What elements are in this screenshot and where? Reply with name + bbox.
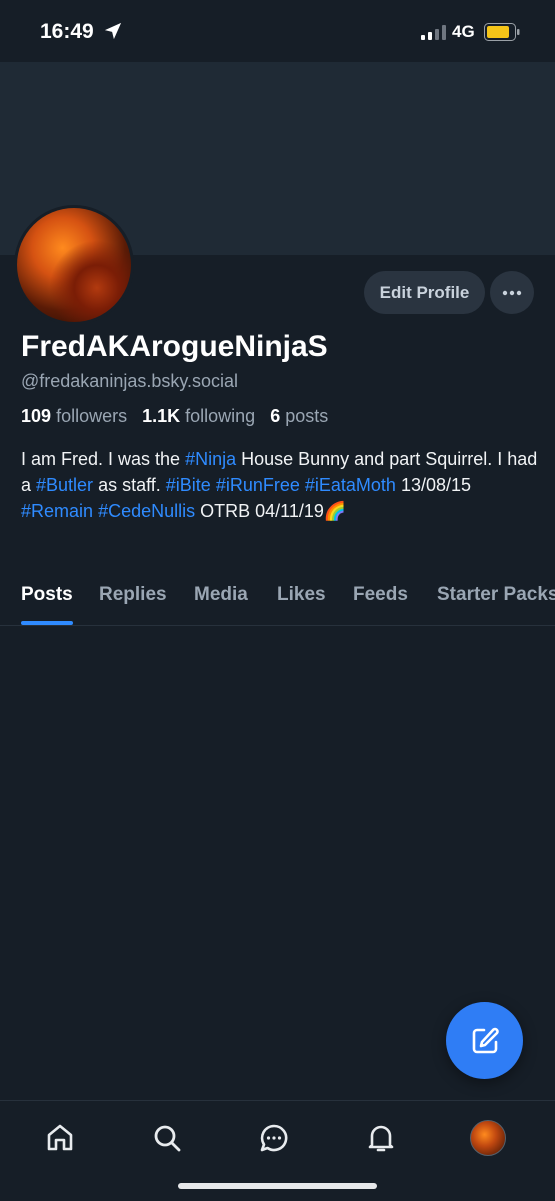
tab-media[interactable]: Media xyxy=(194,584,248,606)
nav-search[interactable] xyxy=(147,1118,187,1158)
profile-bio: I am Fred. I was the #Ninja House Bunny … xyxy=(21,446,541,524)
display-name: FredAKArogueNinjaS xyxy=(21,330,328,363)
status-bar: 16:49 4G xyxy=(0,0,555,62)
status-time: 16:49 xyxy=(40,20,94,43)
bio-text: OTRB 04/11/19 xyxy=(195,501,324,521)
home-icon xyxy=(47,1124,73,1151)
following-label: following xyxy=(185,406,256,426)
compose-icon xyxy=(472,1027,499,1053)
hashtag-link[interactable]: #iRunFree xyxy=(216,475,300,495)
tab-posts[interactable]: Posts xyxy=(21,584,73,606)
bio-text: 🌈 xyxy=(323,501,347,521)
active-tab-indicator xyxy=(21,621,73,625)
ellipsis-icon xyxy=(502,290,522,295)
tab-likes[interactable]: Likes xyxy=(277,584,326,606)
tab-feeds[interactable]: Feeds xyxy=(353,584,408,606)
bio-text: as staff. xyxy=(93,475,166,495)
home-indicator xyxy=(178,1183,377,1189)
hashtag-link[interactable]: #CedeNullis xyxy=(98,501,195,521)
nav-chat[interactable] xyxy=(254,1118,294,1158)
hashtag-link[interactable]: #Remain xyxy=(21,501,93,521)
profile-avatar[interactable] xyxy=(17,208,131,322)
nav-profile[interactable] xyxy=(468,1118,508,1158)
chat-icon xyxy=(260,1124,288,1152)
search-icon xyxy=(154,1125,181,1152)
profile-tabs: Posts Replies Media Likes Feeds Starter … xyxy=(0,580,555,626)
bio-text: I am Fred. I was the xyxy=(21,449,186,469)
profile-handle: @fredakaninjas.bsky.social xyxy=(21,371,239,391)
posts-count: 6 xyxy=(270,406,281,426)
tab-replies[interactable]: Replies xyxy=(99,584,167,606)
nav-home[interactable] xyxy=(40,1118,80,1158)
followers-label: followers xyxy=(56,406,128,426)
nav-notifications[interactable] xyxy=(361,1118,401,1158)
hashtag-link[interactable]: #iEataMoth xyxy=(305,475,396,495)
signal-bars-icon xyxy=(421,25,446,40)
profile-avatar-thumb xyxy=(470,1120,506,1156)
location-arrow-icon xyxy=(104,22,122,40)
tab-starter-packs[interactable]: Starter Packs xyxy=(437,584,555,606)
following-link[interactable]: 1.1K following xyxy=(142,406,255,426)
compose-button[interactable] xyxy=(446,1002,523,1079)
battery-icon xyxy=(484,23,520,41)
posts-label: posts xyxy=(285,406,329,426)
edit-profile-button[interactable]: Edit Profile xyxy=(364,271,485,314)
hashtag-link[interactable]: #Ninja xyxy=(185,449,236,469)
more-options-button[interactable] xyxy=(490,271,534,314)
bio-text: 13/08/15 xyxy=(395,475,472,495)
following-count: 1.1K xyxy=(142,406,181,426)
hashtag-link[interactable]: #iBite xyxy=(166,475,211,495)
profile-stats: 109 followers 1.1K following 6 posts xyxy=(21,406,328,427)
bell-icon xyxy=(368,1125,394,1152)
network-label: 4G xyxy=(452,22,475,41)
hashtag-link[interactable]: #Butler xyxy=(36,475,93,495)
followers-count: 109 xyxy=(21,406,52,426)
followers-link[interactable]: 109 followers xyxy=(21,406,127,426)
